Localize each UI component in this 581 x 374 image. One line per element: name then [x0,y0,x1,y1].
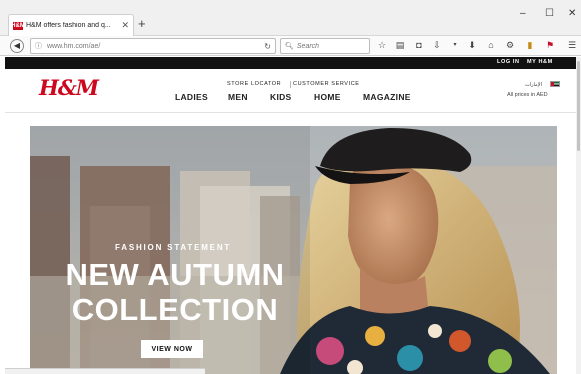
page-scrollbar[interactable] [576,57,581,374]
minimize-icon[interactable]: – [520,9,526,19]
login-link[interactable]: LOG IN [497,59,520,65]
browser-tab[interactable]: H&M H&M offers fashion and q... ✕ [8,14,134,36]
tab-close-icon[interactable]: ✕ [121,20,129,31]
new-tab-icon[interactable]: + [138,17,146,31]
hero-headline: NEW AUTUMN COLLECTION [65,257,285,327]
chevron-down-icon[interactable]: ▾ [449,40,461,51]
uae-flag-icon[interactable] [550,81,560,87]
nav-kids[interactable]: KIDS [270,92,292,102]
menu-icon[interactable]: ☰ [566,40,578,51]
window-close-icon[interactable]: ✕ [568,9,576,19]
reading-list-icon[interactable]: ▤ [394,40,406,51]
notes-icon[interactable]: ▮ [524,40,536,51]
account-bar: LOG IN MY H&M [5,57,576,69]
nav-ladies[interactable]: LADIES [175,92,208,102]
downloads-icon[interactable]: ⇩ [431,40,443,51]
reload-icon[interactable]: ↻ [264,42,271,51]
hero-image [30,126,557,374]
prices-note: All prices in AED [507,92,548,98]
search-icon: 🔍︎ [285,43,294,50]
site-info-icon[interactable]: ⓘ [35,41,42,51]
status-bar [5,368,205,374]
my-hm-link[interactable]: MY H&M [527,59,553,65]
site-header: H&M STORE LOCATOR CUSTOMER SERVICE LADIE… [5,69,576,113]
search-input[interactable] [296,42,367,50]
utility-divider [290,81,291,88]
url-text: www.hm.com/ae/ [47,42,101,50]
hero-kicker: FASHION STATEMENT [115,243,232,252]
url-bar[interactable]: ⓘ www.hm.com/ae/ ↻ [30,38,276,54]
language-label[interactable]: الإمارات [525,82,542,88]
search-bar[interactable]: 🔍︎ [280,38,370,54]
tab-title: H&M offers fashion and q... [26,22,111,29]
pocket-icon[interactable]: ◘ [413,40,425,51]
extension-icon[interactable]: ⚙ [504,40,516,51]
browser-navbar: ◀ ⓘ www.hm.com/ae/ ↻ 🔍︎ ☆ ▤ ◘ ⇩ ▾ ⬇ ⌂ ⚙ … [0,36,581,56]
nav-men[interactable]: MEN [228,92,248,102]
hero-banner[interactable]: FASHION STATEMENT NEW AUTUMN COLLECTION … [30,126,557,374]
browser-titlebar: H&M H&M offers fashion and q... ✕ + – ☐ … [0,0,581,36]
back-arrow-icon[interactable]: ◀ [10,39,24,53]
maximize-icon[interactable]: ☐ [545,9,554,19]
hm-logo[interactable]: H&M [39,75,99,100]
home-icon[interactable]: ⌂ [485,40,497,51]
flag-extension-icon[interactable]: ⚑ [544,40,556,51]
download-arrow-icon[interactable]: ⬇ [466,40,478,51]
store-locator-link[interactable]: STORE LOCATOR [227,81,281,87]
nav-home[interactable]: HOME [314,92,341,102]
nav-magazine[interactable]: MAGAZINE [363,92,411,102]
hm-favicon-icon: H&M [11,21,25,30]
scrollbar-thumb[interactable] [577,61,580,151]
star-icon[interactable]: ☆ [376,40,388,51]
customer-service-link[interactable]: CUSTOMER SERVICE [293,81,360,87]
view-now-button[interactable]: VIEW NOW [141,340,203,358]
